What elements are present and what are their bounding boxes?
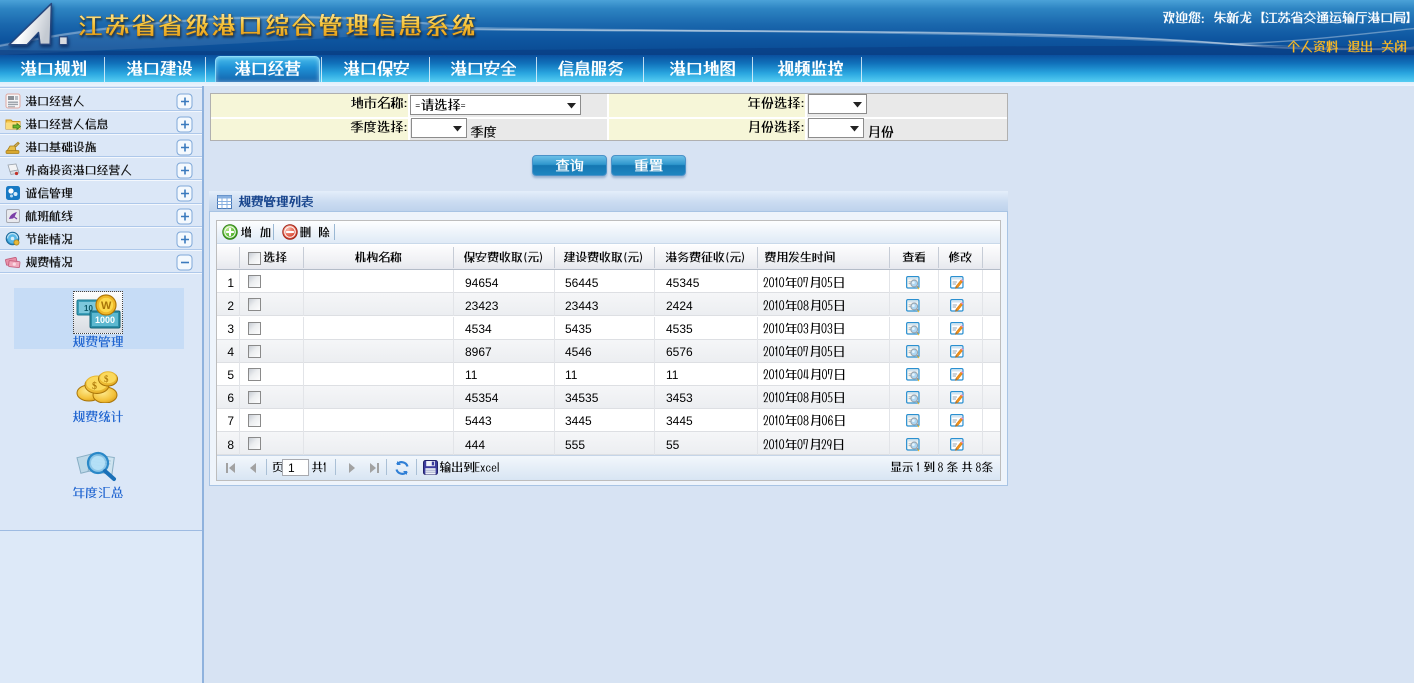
- svg-text:$: $: [104, 374, 109, 384]
- svg-text:$: $: [92, 381, 97, 392]
- svg-text:1000: 1000: [95, 315, 115, 325]
- svg-text:W: W: [101, 300, 112, 312]
